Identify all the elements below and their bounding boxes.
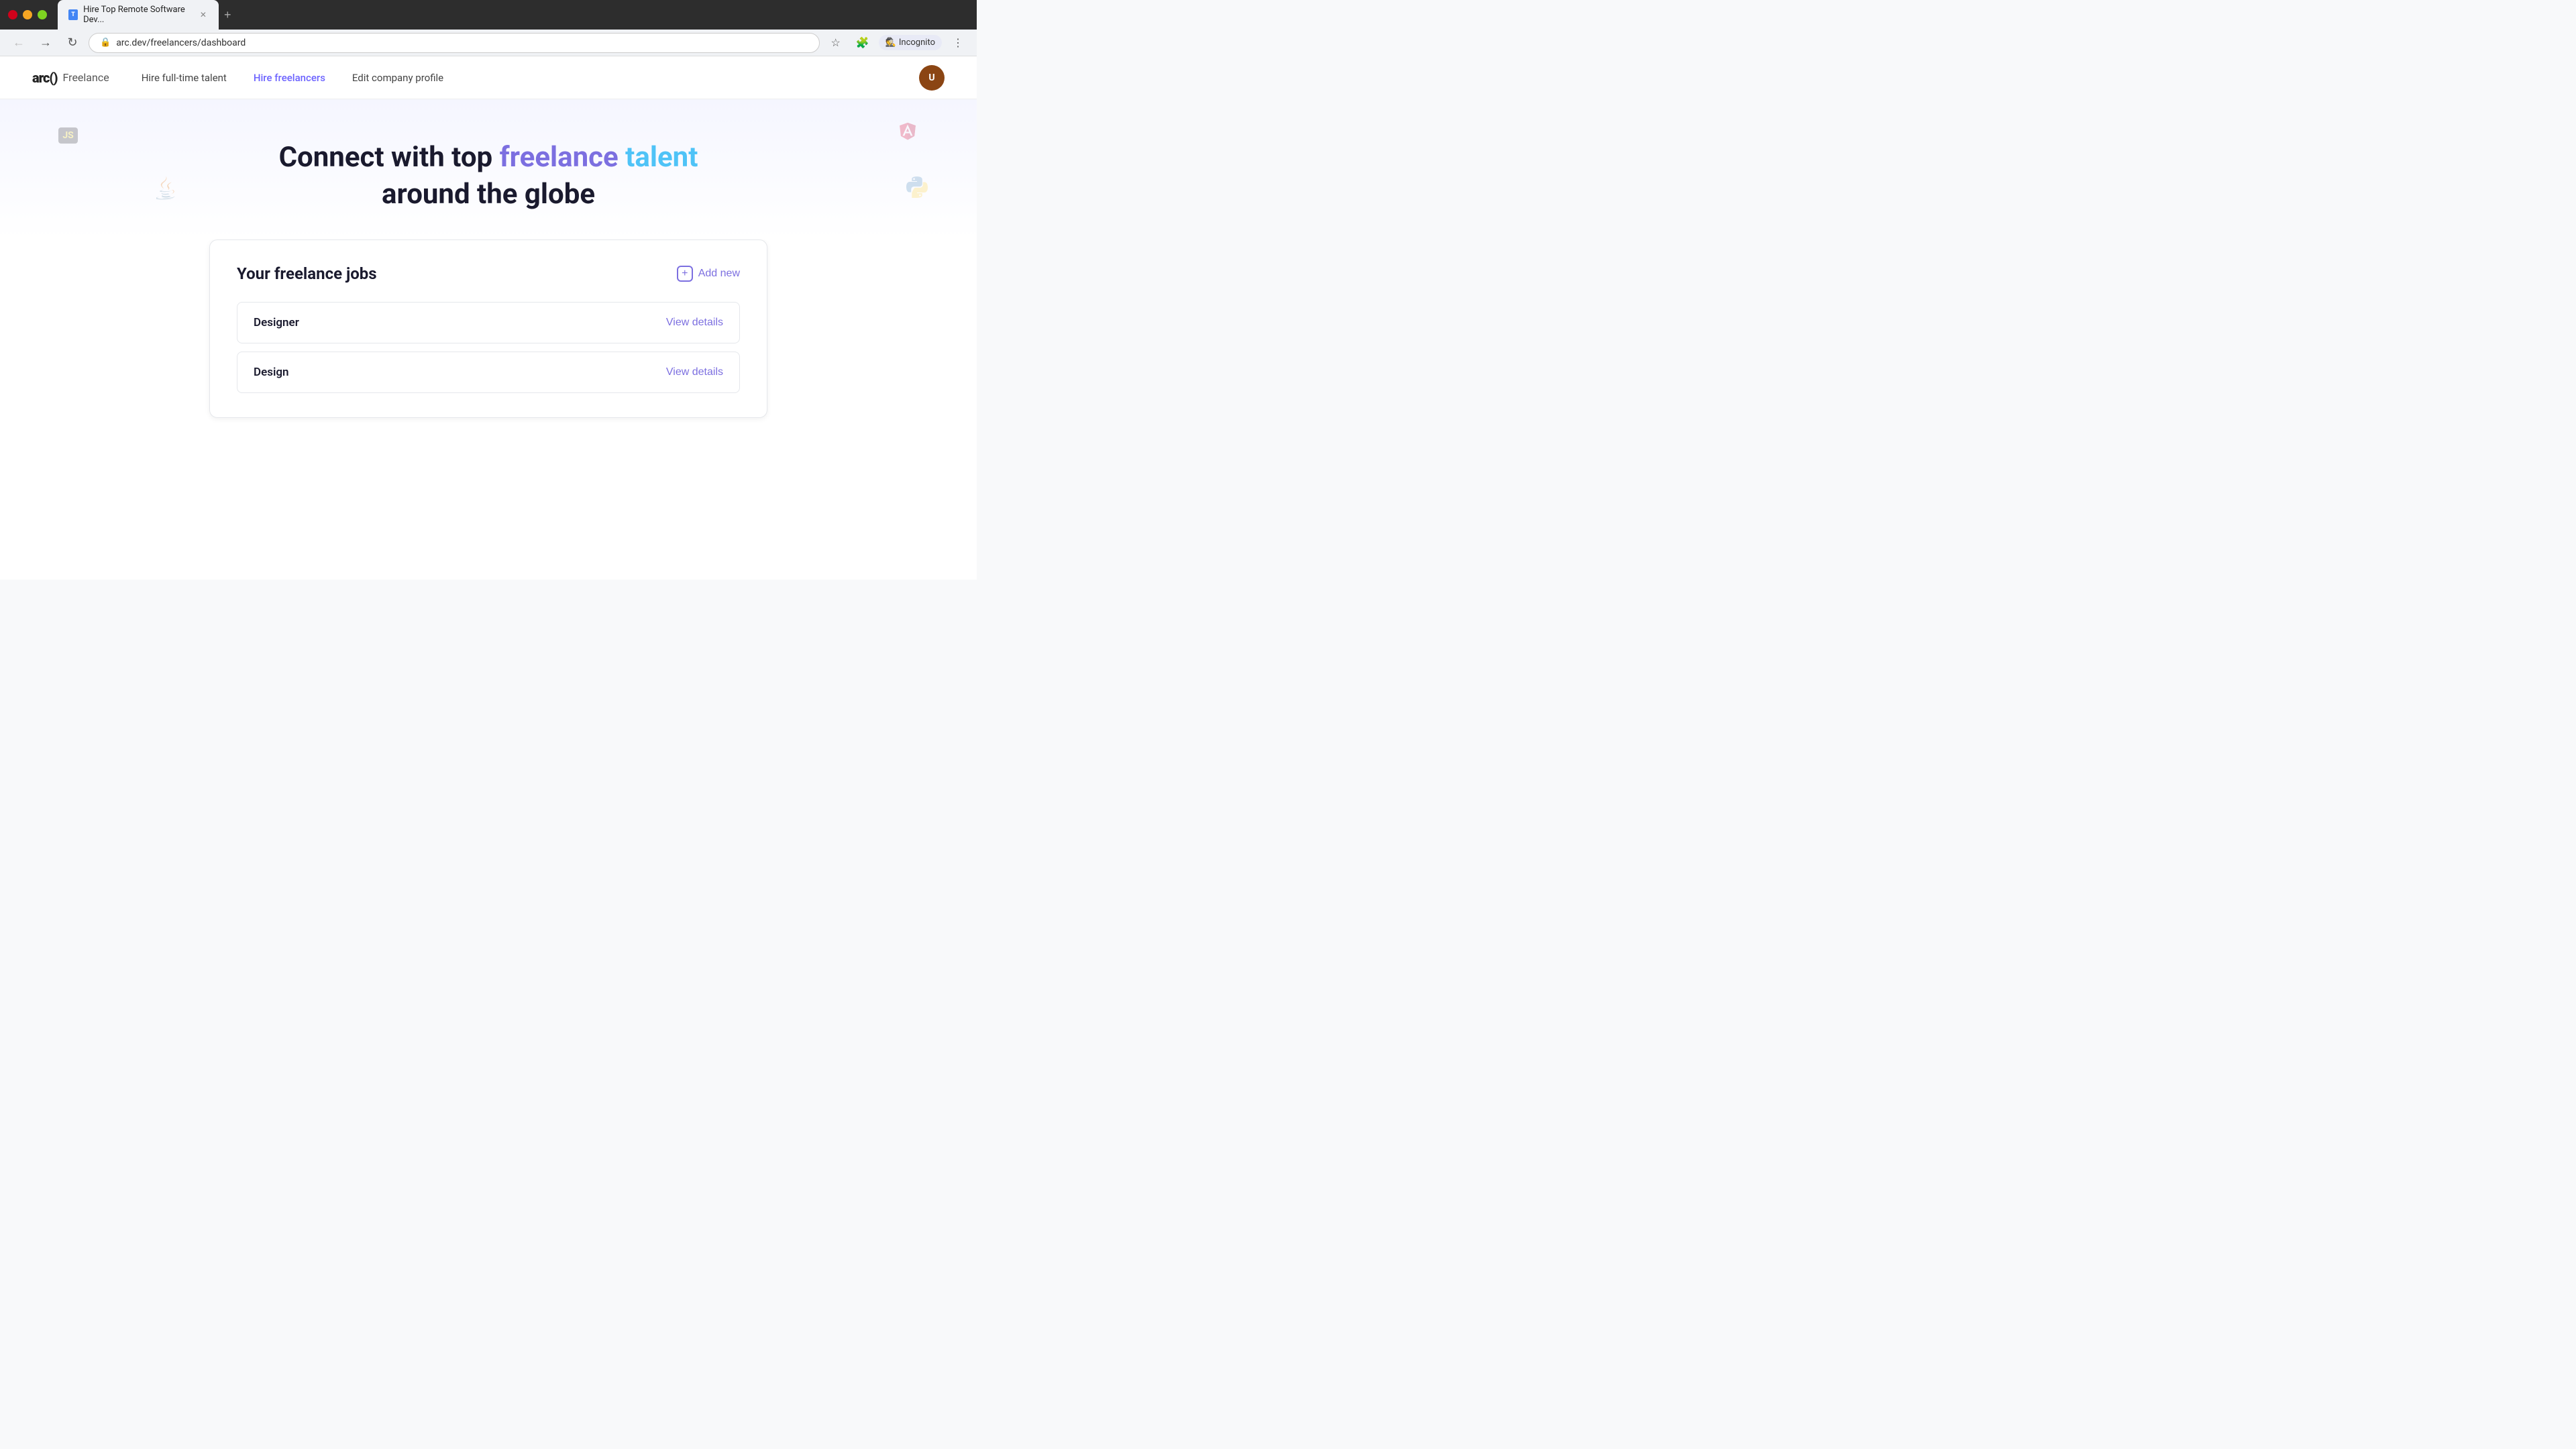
hero-title-freelance: freelance	[500, 141, 619, 174]
url-text: arc.dev/freelancers/dashboard	[116, 38, 246, 48]
view-details-button-2[interactable]: View details	[666, 366, 723, 378]
nav-links: Hire full-time talent Hire freelancers E…	[142, 72, 887, 84]
hero-title-space	[619, 141, 625, 174]
navbar: arc() Freelance Hire full-time talent Hi…	[0, 56, 977, 99]
url-bar[interactable]: 🔒 arc.dev/freelancers/dashboard	[89, 33, 820, 53]
new-tab-button[interactable]: +	[219, 0, 237, 30]
hero-title-part1: Connect with top	[279, 141, 500, 174]
browser-chrome: T Hire Top Remote Software Dev... ✕ +	[0, 0, 977, 30]
browser-actions: ☆ 🧩 🕵 Incognito ⋮	[825, 32, 969, 54]
avatar-initials: U	[928, 72, 934, 83]
forward-button[interactable]: →	[35, 32, 56, 54]
jobs-header: Your freelance jobs + Add new	[237, 264, 740, 283]
logo-freelance-text: Freelance	[63, 71, 109, 84]
add-new-button[interactable]: + Add new	[677, 266, 740, 282]
incognito-icon: 🕵	[885, 38, 896, 48]
hero-title: Connect with top freelance talent around…	[32, 140, 945, 213]
secure-icon: 🔒	[100, 38, 111, 48]
bookmark-button[interactable]: ☆	[825, 32, 847, 54]
tab-close-button[interactable]: ✕	[199, 9, 208, 20]
job-name-2: Design	[254, 366, 289, 379]
page-content: arc() Freelance Hire full-time talent Hi…	[0, 56, 977, 580]
minimize-window-button[interactable]	[23, 10, 32, 19]
view-details-button-1[interactable]: View details	[666, 317, 723, 329]
nav-hire-fulltime[interactable]: Hire full-time talent	[142, 72, 227, 84]
avatar[interactable]: U	[919, 65, 945, 91]
jobs-title: Your freelance jobs	[237, 264, 377, 283]
maximize-window-button[interactable]	[38, 10, 47, 19]
active-tab[interactable]: T Hire Top Remote Software Dev... ✕	[58, 0, 219, 30]
hero-section: JS	[0, 99, 977, 239]
tab-favicon: T	[68, 9, 78, 20]
jobs-section: Your freelance jobs + Add new Designer V…	[193, 239, 784, 458]
extensions-button[interactable]: 🧩	[852, 32, 873, 54]
plus-icon: +	[677, 266, 693, 282]
job-item-1: Designer View details	[237, 302, 740, 343]
jobs-card: Your freelance jobs + Add new Designer V…	[209, 239, 767, 418]
hero-title-talent: talent	[625, 141, 698, 174]
tab-bar: T Hire Top Remote Software Dev... ✕ +	[58, 0, 969, 30]
job-name-1: Designer	[254, 316, 299, 329]
add-new-label: Add new	[698, 268, 740, 280]
address-bar: ← → ↻ 🔒 arc.dev/freelancers/dashboard ☆ …	[0, 30, 977, 56]
reload-button[interactable]: ↻	[62, 32, 83, 54]
incognito-label: Incognito	[899, 38, 935, 48]
logo-link[interactable]: arc() Freelance	[32, 70, 109, 86]
nav-hire-freelancers[interactable]: Hire freelancers	[254, 72, 325, 84]
nav-edit-company[interactable]: Edit company profile	[352, 72, 443, 84]
window-controls	[8, 10, 47, 19]
menu-button[interactable]: ⋮	[947, 32, 969, 54]
close-window-button[interactable]	[8, 10, 17, 19]
incognito-badge: 🕵 Incognito	[879, 35, 942, 50]
logo-arc-text: arc()	[32, 70, 58, 86]
tab-title: Hire Top Remote Software Dev...	[83, 5, 193, 25]
job-item-2: Design View details	[237, 352, 740, 393]
hero-title-part2: around the globe	[382, 178, 595, 211]
back-button[interactable]: ←	[8, 32, 30, 54]
